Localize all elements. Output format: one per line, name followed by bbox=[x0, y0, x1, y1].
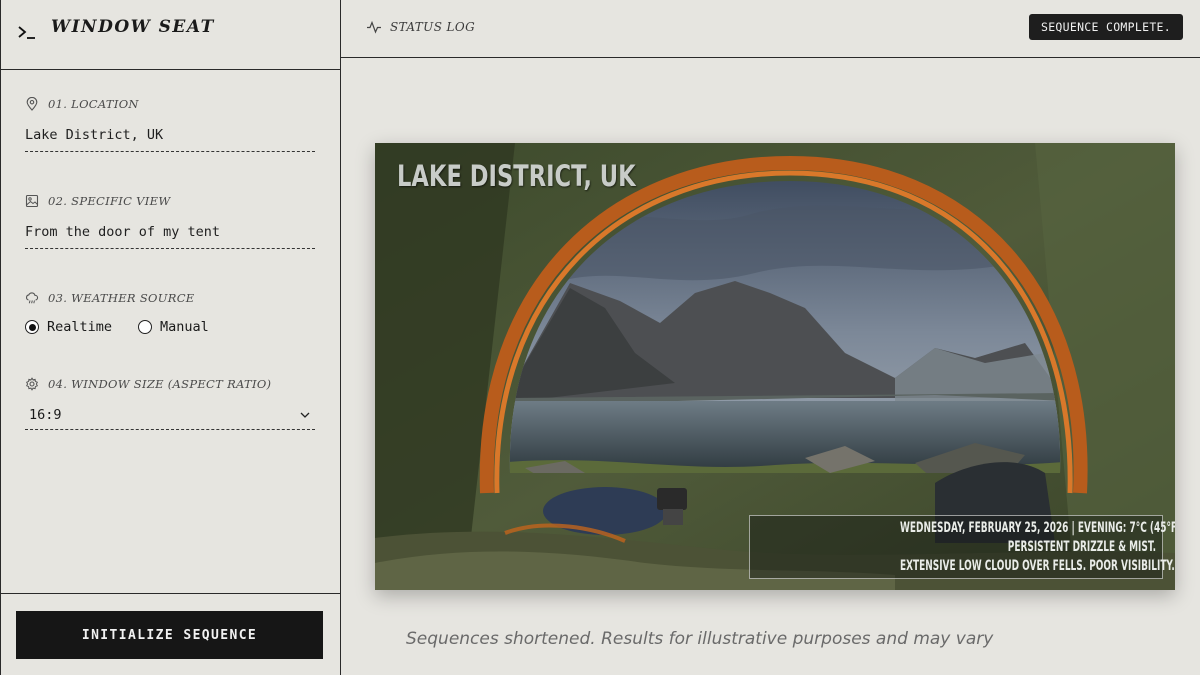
weather-overlay-line: WEDNESDAY, FEBRUARY 25, 2026 | EVENING: … bbox=[900, 520, 1175, 536]
radio-manual-label: Manual bbox=[160, 319, 209, 335]
weather-label: 03. WEATHER SOURCE bbox=[48, 291, 195, 305]
weather-overlay: WEDNESDAY, FEBRUARY 25, 2026 | EVENING: … bbox=[749, 515, 1175, 579]
weather-overlay-line: PERSISTENT DRIZZLE & MIST. bbox=[1007, 539, 1156, 555]
top-bar: STATUS LOG SEQUENCE COMPLETE. bbox=[341, 0, 1200, 58]
aspect-ratio-value: 16:9 bbox=[29, 407, 62, 423]
disclaimer-text: Sequences shortened. Results for illustr… bbox=[406, 629, 994, 649]
radio-realtime[interactable]: Realtime bbox=[25, 319, 112, 335]
weather-section: 03. WEATHER SOURCE Realtime Manual bbox=[25, 291, 315, 335]
location-input[interactable]: Lake District, UK bbox=[25, 127, 315, 152]
result-image: LAKE DISTRICT, UK WEDNESDAY, FEBRUARY 25… bbox=[375, 143, 1175, 590]
status-log-tab[interactable]: STATUS LOG bbox=[366, 19, 475, 35]
radio-realtime-label: Realtime bbox=[47, 319, 113, 335]
location-label: 01. LOCATION bbox=[48, 97, 139, 111]
radio-manual[interactable]: Manual bbox=[138, 319, 209, 335]
weather-radio-group: Realtime Manual bbox=[25, 319, 315, 335]
app-title: WINDOW SEAT bbox=[51, 17, 215, 37]
status-log-label: STATUS LOG bbox=[390, 20, 476, 34]
image-icon bbox=[25, 194, 39, 208]
radio-realtime-indicator[interactable] bbox=[25, 320, 39, 334]
location-section: 01. LOCATION Lake District, UK bbox=[25, 97, 315, 152]
sidebar: WINDOW SEAT 01. LOCATION Lake District, … bbox=[0, 0, 341, 675]
view-section: 02. SPECIFIC VIEW From the door of my te… bbox=[25, 194, 315, 249]
brand-header: WINDOW SEAT bbox=[1, 0, 340, 70]
gear-icon bbox=[26, 377, 38, 391]
weather-overlay-line: EXTENSIVE LOW CLOUD OVER FELLS. POOR VIS… bbox=[900, 558, 1175, 574]
map-pin-icon bbox=[26, 97, 38, 111]
sidebar-footer: INITIALIZE SEQUENCE bbox=[1, 593, 341, 675]
activity-icon bbox=[367, 20, 381, 34]
window-size-section: 04. WINDOW SIZE (ASPECT RATIO) 16:9 bbox=[25, 377, 315, 430]
cloud-rain-icon bbox=[25, 292, 39, 304]
aspect-ratio-select[interactable]: 16:9 bbox=[25, 407, 315, 430]
chevron-down-icon bbox=[300, 412, 310, 418]
location-title-overlay: LAKE DISTRICT, UK bbox=[397, 159, 636, 193]
view-input[interactable]: From the door of my tent bbox=[25, 224, 315, 249]
initialize-sequence-button[interactable]: INITIALIZE SEQUENCE bbox=[16, 611, 323, 659]
window-size-label: 04. WINDOW SIZE (ASPECT RATIO) bbox=[48, 377, 272, 391]
terminal-icon bbox=[18, 26, 35, 39]
view-label: 02. SPECIFIC VIEW bbox=[48, 194, 171, 208]
radio-manual-indicator[interactable] bbox=[138, 320, 153, 334]
status-badge: SEQUENCE COMPLETE. bbox=[1028, 14, 1183, 40]
